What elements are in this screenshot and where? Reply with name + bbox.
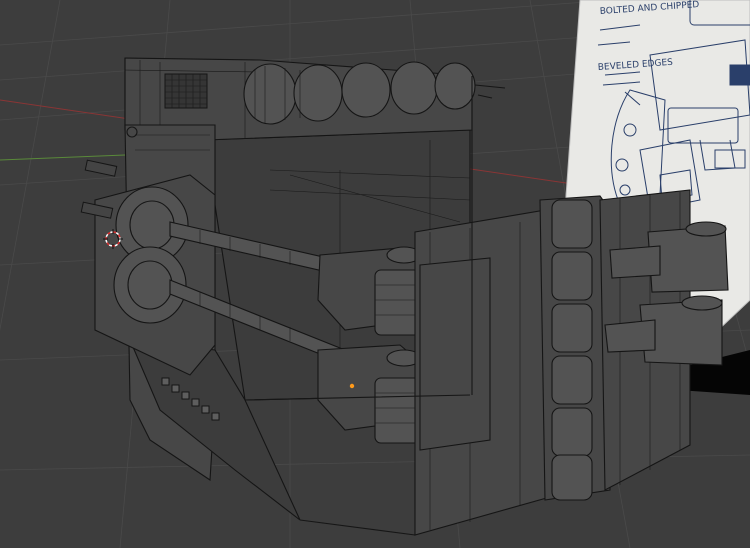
active-vertex bbox=[349, 383, 355, 389]
vent-grille bbox=[164, 73, 208, 109]
pillar-capsules bbox=[551, 199, 593, 501]
viewport-canvas[interactable]: BOLTED AND CHIPPED BEVELED EDGES bbox=[0, 0, 750, 548]
side-bolts bbox=[80, 159, 118, 219]
3d-viewport[interactable]: BOLTED AND CHIPPED BEVELED EDGES bbox=[0, 0, 750, 548]
lower-clamp bbox=[317, 344, 422, 444]
